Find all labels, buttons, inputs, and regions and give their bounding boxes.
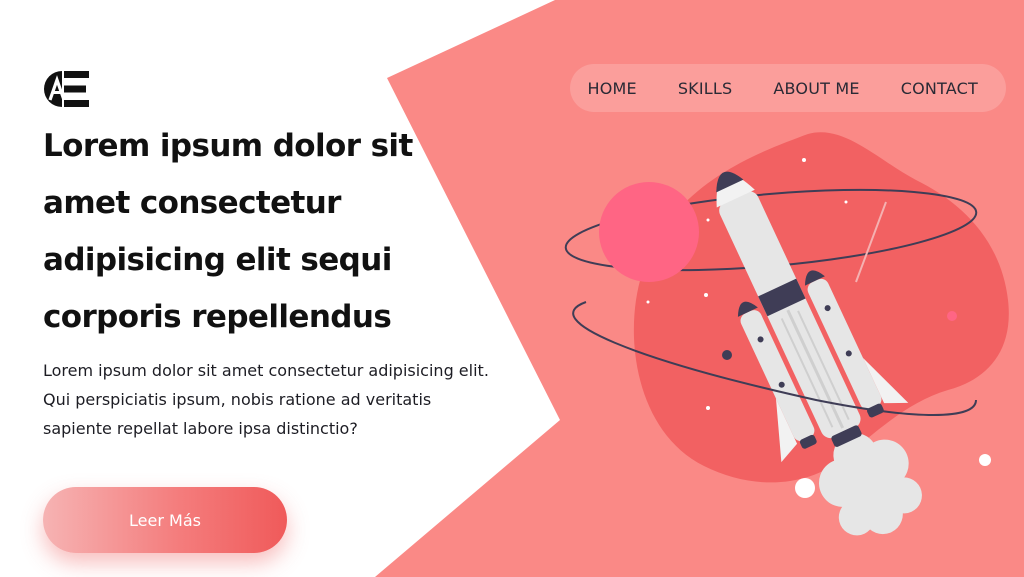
nav-about-me-link[interactable]: ABOUT ME — [773, 79, 859, 98]
ae-monogram-logo[interactable] — [43, 70, 89, 108]
nav-contact-link[interactable]: CONTACT — [901, 79, 978, 98]
star-dark — [722, 350, 732, 360]
rocket-launch-illustration — [564, 132, 1009, 536]
hero-title: Lorem ipsum dolor sit amet consectetur a… — [43, 128, 413, 335]
planet — [599, 182, 699, 282]
nav-home-link[interactable]: HOME — [587, 79, 636, 98]
main-nav: HOME SKILLS ABOUT ME CONTACT — [570, 64, 1006, 112]
star-pink — [947, 311, 957, 321]
hero-description: Lorem ipsum dolor sit amet consectetur a… — [43, 361, 489, 438]
nav-skills-link[interactable]: SKILLS — [678, 79, 733, 98]
read-more-button[interactable]: Leer Más — [43, 487, 287, 553]
